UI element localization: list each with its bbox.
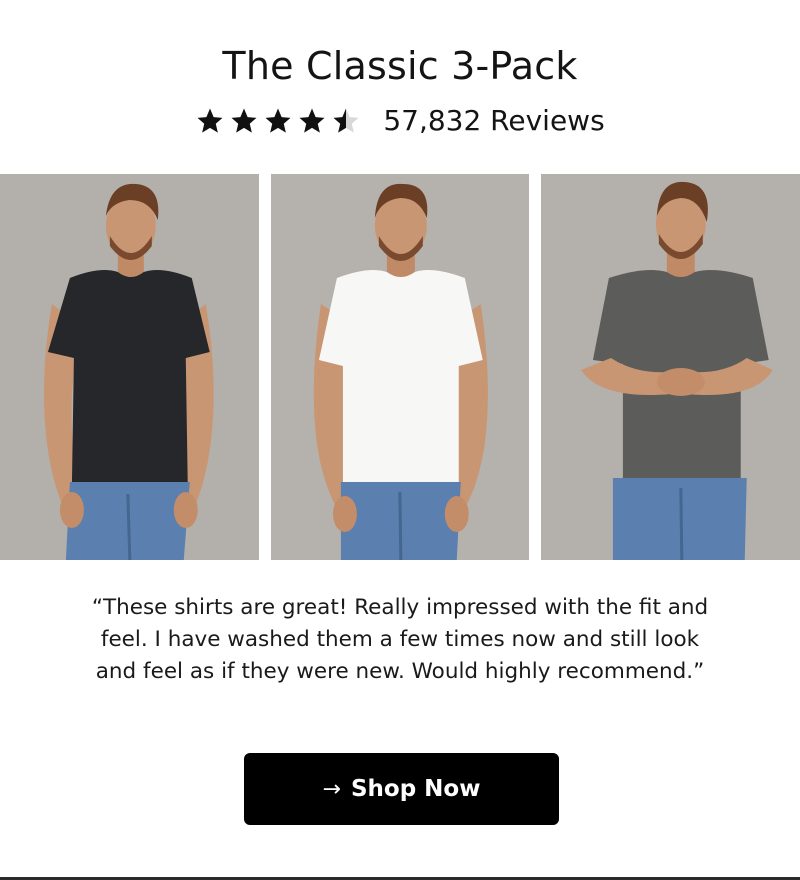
product-photo-gallery [0, 174, 800, 560]
shop-now-label: Shop Now [350, 776, 481, 802]
product-title: The Classic 3-Pack [222, 44, 578, 88]
testimonial-quote: “These shirts are great! Really impresse… [91, 595, 709, 684]
half-star-icon [333, 108, 359, 133]
arrow-right-icon: → [322, 776, 341, 802]
model-white-tee [270, 174, 530, 560]
star-rating [195, 106, 361, 136]
star-icon [197, 108, 223, 133]
star-icon [231, 108, 257, 133]
photo-gray-tee[interactable] [541, 174, 800, 560]
star-icon [299, 108, 325, 133]
model-gray-tee [541, 174, 800, 560]
star-icon [265, 108, 291, 133]
photo-black-tee[interactable] [0, 174, 259, 560]
review-count[interactable]: 57,832 Reviews [383, 104, 604, 137]
photo-white-tee[interactable] [270, 174, 530, 560]
rating-row: 57,832 Reviews [0, 104, 800, 137]
model-black-tee [0, 174, 259, 560]
shop-now-button[interactable]: → Shop Now [244, 753, 559, 825]
